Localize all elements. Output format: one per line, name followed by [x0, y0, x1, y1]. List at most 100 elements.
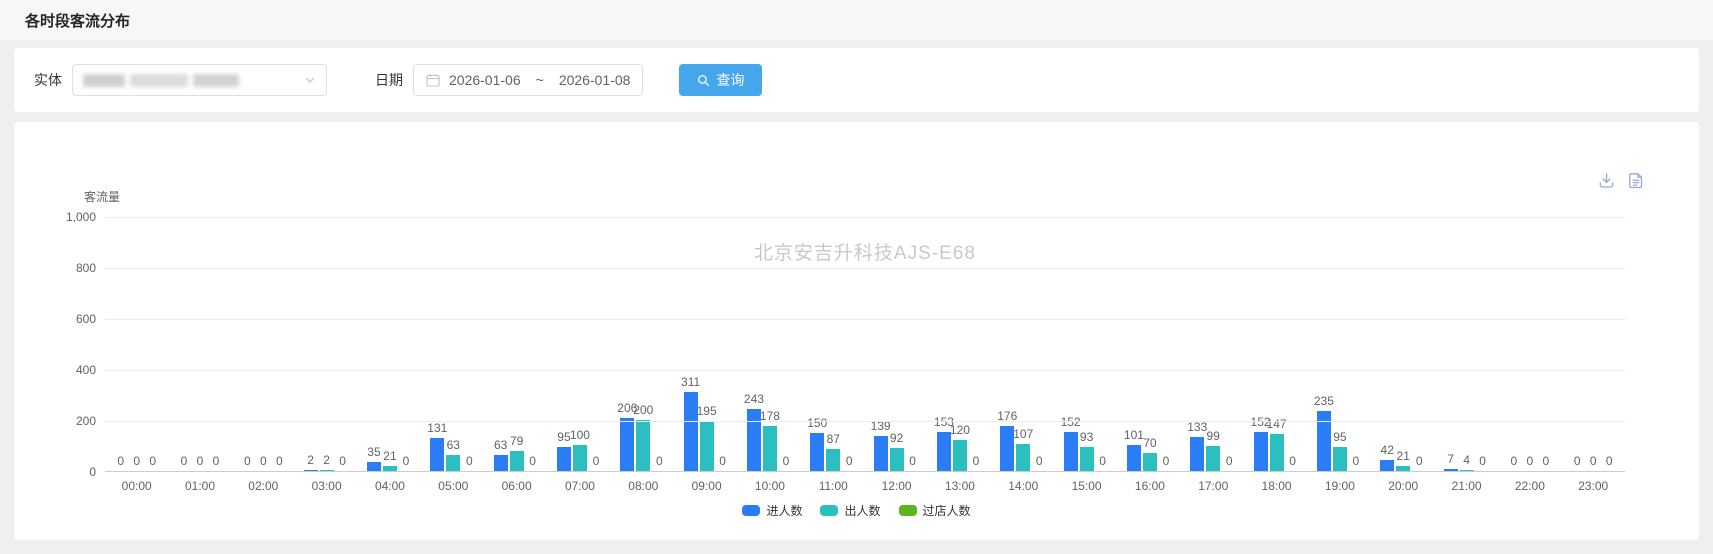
bar-value-label: 0 [1479, 455, 1486, 467]
gridline [105, 268, 1625, 269]
bar-group-06:00: 63790 [485, 217, 548, 471]
bar-过店人数: 0 [462, 217, 476, 471]
bar-value-label: 0 [1574, 455, 1581, 467]
x-axis-tick-label: 12:00 [865, 479, 928, 493]
bar-rect [763, 426, 777, 471]
bar-value-label: 95 [557, 431, 570, 443]
x-axis-tick-label: 00:00 [105, 479, 168, 493]
x-axis-tick-label: 23:00 [1562, 479, 1625, 493]
bar-rect [1444, 469, 1458, 471]
bar-value-label: 195 [697, 405, 717, 417]
date-range-input[interactable]: 2026-01-06 ~ 2026-01-08 [413, 64, 643, 96]
x-axis-tick-label: 08:00 [612, 479, 675, 493]
search-icon [697, 74, 710, 87]
legend-marker [899, 505, 917, 516]
bar-rect [1317, 411, 1331, 471]
bar-value-label: 0 [973, 455, 980, 467]
bar-进人数: 0 [114, 217, 128, 471]
bar-group-03:00: 220 [295, 217, 358, 471]
bar-出人数: 0 [1586, 217, 1600, 471]
bar-过店人数: 0 [1349, 217, 1363, 471]
bar-value-label: 0 [909, 455, 916, 467]
legend-label: 过店人数 [923, 502, 971, 519]
x-axis-tick-label: 09:00 [675, 479, 738, 493]
bar-group-19:00: 235950 [1308, 217, 1371, 471]
bar-过店人数: 0 [716, 217, 730, 471]
bar-rect [1127, 445, 1141, 471]
bar-value-label: 21 [1397, 450, 1410, 462]
bar-group-08:00: 2062000 [612, 217, 675, 471]
bar-rect [890, 448, 904, 471]
x-axis-tick-label: 20:00 [1372, 479, 1435, 493]
y-axis-tick-label: 1,000 [66, 210, 96, 224]
bar-进人数: 133 [1190, 217, 1204, 471]
x-axis-tick-label: 10:00 [738, 479, 801, 493]
bar-value-label: 92 [890, 432, 903, 444]
bar-过店人数: 0 [906, 217, 920, 471]
legend-item-出人数[interactable]: 出人数 [820, 502, 880, 519]
bar-出人数: 70 [1143, 217, 1157, 471]
bar-group-21:00: 740 [1435, 217, 1498, 471]
legend-item-过店人数[interactable]: 过店人数 [899, 502, 971, 519]
bar-value-label: 0 [656, 455, 663, 467]
bar-出人数: 200 [636, 217, 650, 471]
bar-进人数: 0 [1570, 217, 1584, 471]
bar-group-18:00: 152147 0 [1245, 217, 1308, 471]
bar-rect [446, 455, 460, 471]
bar-rect [620, 418, 634, 471]
bar-value-label: 0 [466, 455, 473, 467]
gridline [105, 217, 1625, 218]
report-icon[interactable] [1628, 172, 1644, 189]
legend-item-进人数[interactable]: 进人数 [742, 502, 802, 519]
bar-出人数: 195 [700, 217, 714, 471]
bar-rect [1380, 460, 1394, 471]
entity-select[interactable] [72, 64, 327, 96]
bar-value-label: 42 [1381, 444, 1394, 456]
bar-过店人数: 0 [272, 217, 286, 471]
bar-value-label: 150 [807, 417, 827, 429]
x-axis-labels: 00:0001:0002:0003:0004:0005:0006:0007:00… [105, 479, 1625, 493]
bar-value-label: 0 [783, 455, 790, 467]
bar-进人数: 153 [937, 217, 951, 471]
y-axis-tick-label: 400 [76, 363, 96, 377]
bar-rect [304, 470, 318, 471]
chevron-down-icon [304, 74, 316, 86]
bar-rect [810, 433, 824, 471]
bar-出人数: 87 [826, 217, 840, 471]
bar-value-label: 0 [213, 455, 220, 467]
date-end-value[interactable]: 2026-01-08 [559, 72, 631, 88]
bar-value-label: 243 [744, 393, 764, 405]
bar-value-label: 0 [1289, 455, 1296, 467]
bar-出人数: 21 [383, 217, 397, 471]
x-axis-tick-label: 02:00 [232, 479, 295, 493]
bar-出人数: 79 [510, 217, 524, 471]
query-button[interactable]: 查询 [679, 64, 762, 96]
bar-出人数: 147 [1270, 217, 1284, 471]
bar-group-01:00: 000 [168, 217, 231, 471]
y-axis-tick-label: 800 [76, 261, 96, 275]
bar-进人数: 152 [1254, 217, 1268, 471]
bar-进人数: 243 [747, 217, 761, 471]
x-axis-tick-label: 17:00 [1182, 479, 1245, 493]
bar-value-label: 101 [1124, 429, 1144, 441]
bar-group-09:00: 3111950 [675, 217, 738, 471]
chart-card: 客流量 北京安吉升科技AJS-E68 000000000220352101316… [14, 122, 1699, 540]
bar-rect [1333, 447, 1347, 471]
date-start-value[interactable]: 2026-01-06 [449, 72, 521, 88]
bar-出人数: 63 [446, 217, 460, 471]
x-axis-tick-label: 22:00 [1498, 479, 1561, 493]
download-icon[interactable] [1598, 172, 1615, 189]
bar-进人数: 235 [1317, 217, 1331, 471]
bar-过店人数: 0 [146, 217, 160, 471]
gridline [105, 319, 1625, 320]
bar-value-label: 0 [1416, 455, 1423, 467]
bar-value-label: 79 [510, 435, 523, 447]
bar-rect [1143, 453, 1157, 471]
bar-rect [383, 466, 397, 471]
x-axis-tick-label: 04:00 [358, 479, 421, 493]
bar-value-label: 70 [1143, 437, 1156, 449]
bar-rect [953, 440, 967, 471]
bar-过店人数: 0 [1539, 217, 1553, 471]
bar-过店人数: 0 [1032, 217, 1046, 471]
bar-rect [1064, 432, 1078, 471]
